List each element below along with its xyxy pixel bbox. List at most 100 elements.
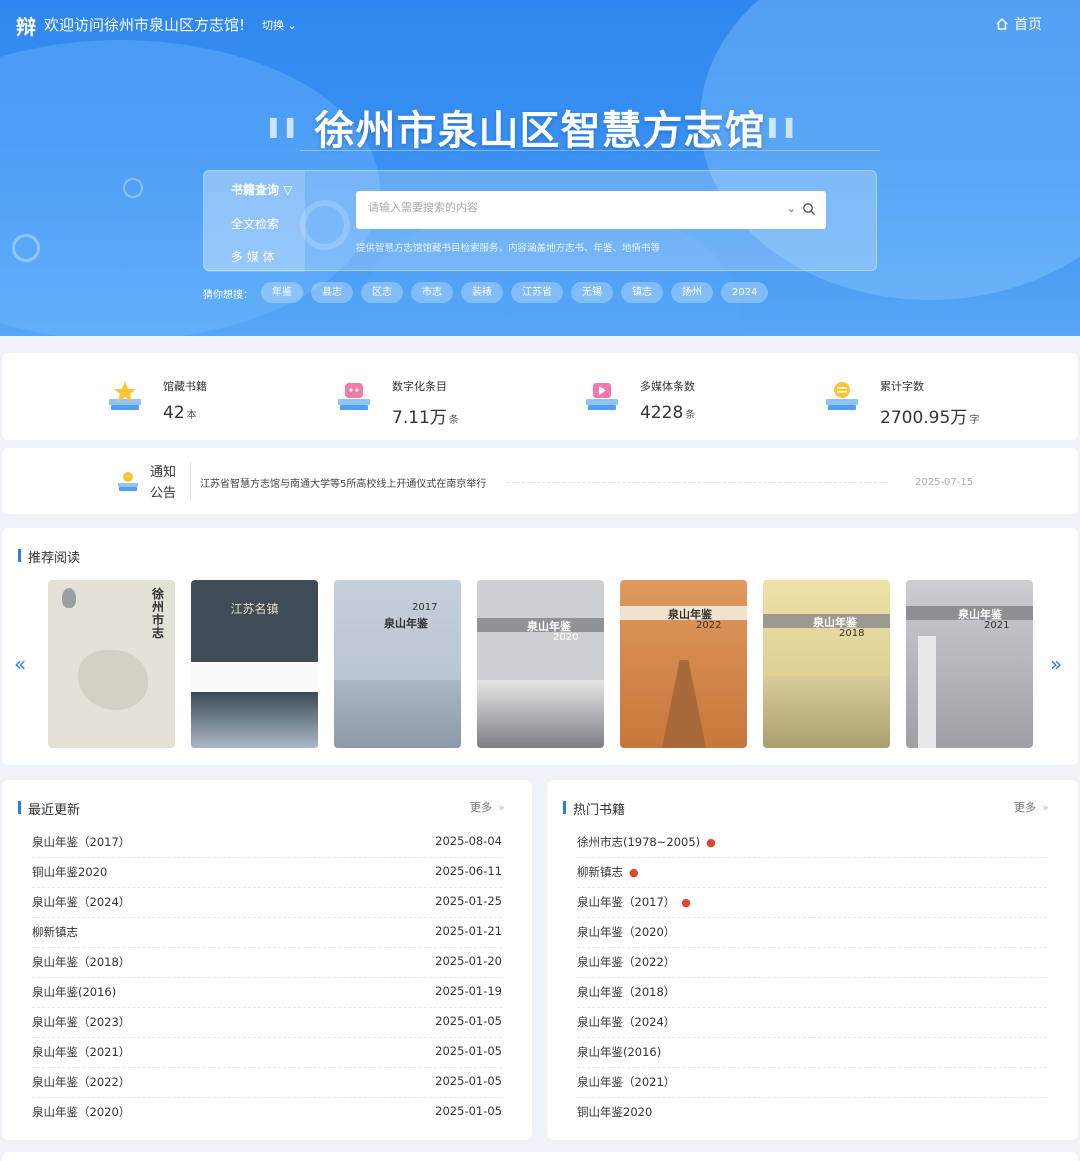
item-title: 徐州市志(1978~2005) ●: [577, 834, 716, 850]
item-title: 泉山年鉴（2022）: [577, 955, 676, 969]
chevron-down-icon: ⌄: [287, 19, 297, 32]
guess-tag[interactable]: 2024: [721, 282, 769, 303]
guess-tags: 年鉴 县志 区志 市志 装裱 江苏省 无锡 镇志 扬州 2024: [261, 282, 769, 303]
guess-tag[interactable]: 江苏省: [511, 282, 563, 303]
hot-books-panel: 热门书籍 更多 » 徐州市志(1978~2005) ● 柳新镇志 ● 泉山年鉴（201…: [547, 780, 1078, 1140]
guess-label: 猜你想搜：: [203, 290, 253, 301]
chevron-down-icon[interactable]: ⌄: [787, 202, 796, 215]
stat-label: 累计字数: [880, 380, 924, 393]
list-item[interactable]: 泉山年鉴（2023） 2025-01-05: [32, 1008, 502, 1038]
map-illustration: [78, 650, 148, 710]
item-date: 2025-08-04: [435, 834, 502, 848]
list-item[interactable]: 泉山年鉴（2022）: [577, 948, 1047, 978]
welcome-text: 欢迎访问徐州市泉山区方志馆!: [44, 16, 246, 34]
book-cover[interactable]: 泉山年鉴 2020: [477, 580, 604, 748]
fire-icon: ●: [706, 836, 716, 849]
list-item[interactable]: 泉山年鉴（2018） 2025-01-20: [32, 948, 502, 978]
list-item[interactable]: 泉山年鉴（2017） 2025-08-04: [32, 828, 502, 858]
book-cover[interactable]: 江苏名镇: [191, 580, 318, 748]
list-item[interactable]: 泉山年鉴（2018）: [577, 978, 1047, 1008]
site-logo-icon: 辩: [16, 15, 36, 39]
next-section-edge: [2, 1152, 1078, 1161]
list-item[interactable]: 铜山年鉴2020 2025-06-11: [32, 858, 502, 888]
stat-number: 42: [163, 403, 185, 423]
more-link[interactable]: 更多 »: [1014, 799, 1049, 815]
hero-banner: 辩 欢迎访问徐州市泉山区方志馆! 切换 ⌄ 首页 ❚❚ 徐州市泉山区智慧方志馆 …: [0, 0, 1080, 336]
switch-dropdown[interactable]: 切换 ⌄: [262, 17, 297, 33]
list-item[interactable]: 泉山年鉴（2021）: [577, 1068, 1047, 1098]
stat-value: 7.11万条: [392, 403, 459, 428]
prev-arrow-icon[interactable]: «: [14, 652, 26, 676]
book-star-icon: [109, 381, 141, 410]
guess-tag[interactable]: 无锡: [571, 282, 613, 303]
item-title: 泉山年鉴（2024）: [577, 1015, 676, 1029]
stats-bar: 馆藏书籍 42 本 数字化条目 7.11万条 多媒体条数 4228 条 累计字数 2…: [2, 353, 1078, 440]
tab-book-search[interactable]: 书籍查询 ▽: [231, 181, 292, 198]
notice-date: 2025-07-15: [915, 477, 974, 488]
divider: [300, 150, 880, 151]
book-play-icon: [586, 383, 618, 410]
search-input[interactable]: [368, 201, 768, 214]
item-title-text: 徐州市志(1978~2005): [577, 835, 701, 849]
list-item[interactable]: 泉山年鉴（2022） 2025-01-05: [32, 1068, 502, 1098]
list-item[interactable]: 泉山年鉴(2016): [577, 1038, 1047, 1068]
book-cover[interactable]: 徐州市志: [48, 580, 175, 748]
list-item[interactable]: 柳新镇志 2025-01-21: [32, 918, 502, 948]
tab-multimedia[interactable]: 多 媒 体: [231, 248, 275, 265]
section-title: 最近更新: [18, 799, 80, 818]
list-item[interactable]: 泉山年鉴（2020）: [577, 918, 1047, 948]
search-icon[interactable]: [802, 202, 816, 216]
search-panel: 书籍查询 ▽ 全文检索 多 媒 体 ⌄ 提供智慧方志馆馆藏书目检索服务，内容涵盖…: [203, 170, 877, 272]
book-cover[interactable]: 泉山年鉴 2022: [620, 580, 747, 748]
home-label: 首页: [1014, 17, 1042, 33]
guess-tag[interactable]: 镇志: [621, 282, 663, 303]
item-title: 泉山年鉴（2021）: [577, 1075, 676, 1089]
search-box: ⌄: [356, 191, 826, 229]
book-cover[interactable]: 泉山年鉴 2018: [763, 580, 890, 748]
list-item[interactable]: 铜山年鉴2020: [577, 1098, 1047, 1128]
next-arrow-icon[interactable]: »: [1050, 652, 1062, 676]
notice-link[interactable]: 江苏省智慧方志馆与南通大学等5所高校线上开通仪式在南京举行: [200, 475, 486, 490]
list-item[interactable]: 泉山年鉴（2020） 2025-01-05: [32, 1098, 502, 1128]
stat-number: 4228: [640, 403, 684, 423]
cover-photo: [191, 692, 318, 748]
guess-tag[interactable]: 市志: [411, 282, 453, 303]
item-date: 2025-01-21: [435, 924, 502, 938]
flag-icon: ▽: [283, 183, 293, 197]
item-title: 泉山年鉴（2024）: [32, 895, 131, 909]
book-digital-icon: [338, 383, 370, 410]
guess-tag[interactable]: 装裱: [461, 282, 503, 303]
list-item[interactable]: 柳新镇志 ●: [577, 858, 1047, 888]
list-item[interactable]: 徐州市志(1978~2005) ●: [577, 828, 1047, 858]
guess-tag[interactable]: 县志: [311, 282, 353, 303]
item-title: 柳新镇志 ●: [577, 864, 639, 880]
search-description: 提供智慧方志馆馆藏书目检索服务，内容涵盖地方志书、年鉴、地情书等: [356, 243, 661, 254]
search-tabs: 书籍查询 ▽ 全文检索 多 媒 体: [204, 171, 305, 272]
tab-fulltext-search[interactable]: 全文检索: [231, 215, 279, 232]
more-label: 更多: [470, 801, 492, 814]
notice-label-line: 通知: [150, 465, 177, 480]
item-title: 泉山年鉴（2020）: [577, 925, 676, 939]
stat-unit: 条: [448, 415, 459, 426]
list-item[interactable]: 泉山年鉴（2024） 2025-01-25: [32, 888, 502, 918]
book-cover[interactable]: 2017 泉山年鉴: [334, 580, 461, 748]
recent-updates-panel: 最近更新 更多 » 泉山年鉴（2017） 2025-08-04 铜山年鉴2020 20…: [2, 780, 532, 1140]
notice-bar: 通知 公告 江苏省智慧方志馆与南通大学等5所高校线上开通仪式在南京举行 2025…: [2, 448, 1078, 514]
list-item[interactable]: 泉山年鉴（2017） ●: [577, 888, 1047, 918]
item-title: 泉山年鉴（2017）: [32, 835, 131, 849]
home-link[interactable]: 首页: [995, 14, 1042, 34]
guess-tag[interactable]: 扬州: [671, 282, 713, 303]
list-item[interactable]: 泉山年鉴(2016) 2025-01-19: [32, 978, 502, 1008]
list-item[interactable]: 泉山年鉴（2024）: [577, 1008, 1047, 1038]
book-title: 江苏名镇: [230, 602, 279, 616]
guess-tag[interactable]: 年鉴: [261, 282, 303, 303]
more-link[interactable]: 更多 »: [470, 799, 505, 815]
book-emblem-icon: [62, 588, 76, 608]
cover-band: [191, 662, 318, 692]
list-item[interactable]: 泉山年鉴（2021） 2025-01-05: [32, 1038, 502, 1068]
book-cover[interactable]: 泉山年鉴 2021: [906, 580, 1033, 748]
book-year: 2022: [696, 620, 722, 631]
guess-tag[interactable]: 区志: [361, 282, 403, 303]
item-date: 2025-06-11: [435, 864, 502, 878]
more-label: 更多: [1014, 801, 1036, 814]
